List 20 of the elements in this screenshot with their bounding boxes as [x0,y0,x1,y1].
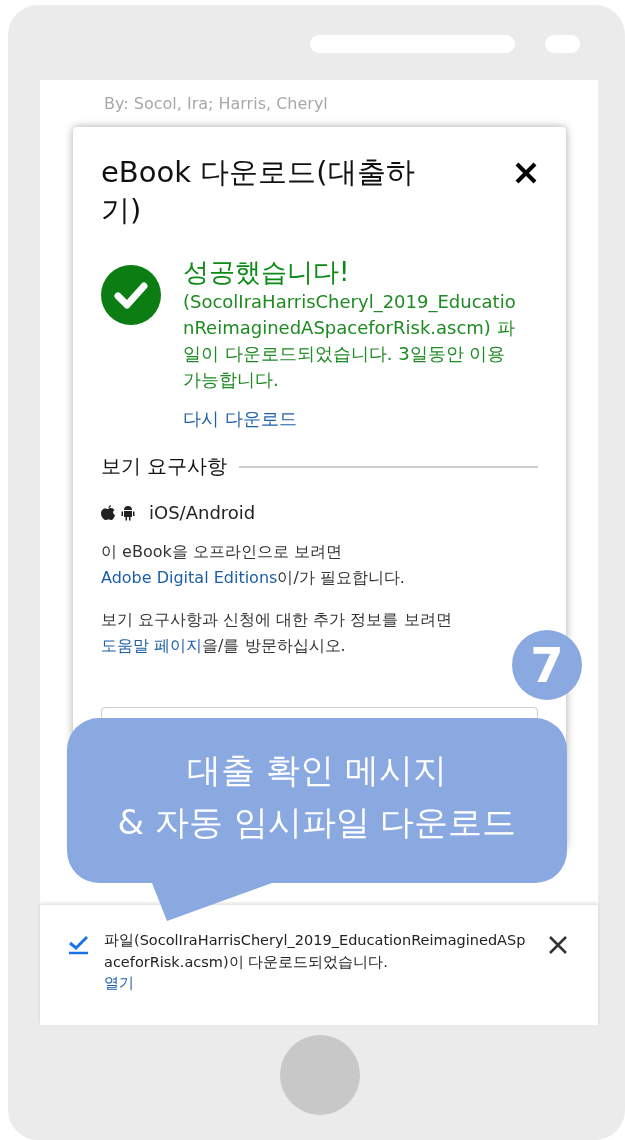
download-message: 파일(SocolIraHarrisCheryl_2019_EducationReimaginedASpaceforRisk.acsm)이 다운로드되었습니다. [104,931,527,972]
success-check-icon [101,265,161,325]
callout-text: & 자동 임시파일 다운로드 [117,801,517,844]
platform-text: iOS/Android [149,502,256,523]
open-link[interactable]: 열기 [104,974,134,992]
help-link[interactable]: 도움말 페이지 [101,636,203,655]
download-done-icon [68,935,90,955]
redownload-link[interactable]: 다시 다운로드 [183,407,297,431]
help-link[interactable]: Adobe Digital Editions [101,568,278,587]
android-icon [121,504,135,521]
close-icon[interactable] [548,935,568,955]
requirement-text: 이 eBook을 오프라인으로 보려면 Adobe Digital Editions이/가 필요합니다. [101,541,406,589]
close-icon[interactable] [514,161,538,185]
success-message: (SocolIraHarrisCheryl_2019_EducationReimaginedASpaceforRisk.ascm) 파일이 다운로드되었습니다. 3일동안 이용 가능합니다. [183,290,517,392]
dialog-title: eBook 다운로드(대출하기) [101,154,416,229]
section-title: 보기 요구사항 [101,453,228,480]
success-title: 성공했습니다! [183,256,351,289]
callout-text: 대출 확인 메시지 [187,749,447,792]
book-byline: By: Socol, Ira; Harris, Cheryl [103,93,329,113]
apple-icon [101,504,115,521]
